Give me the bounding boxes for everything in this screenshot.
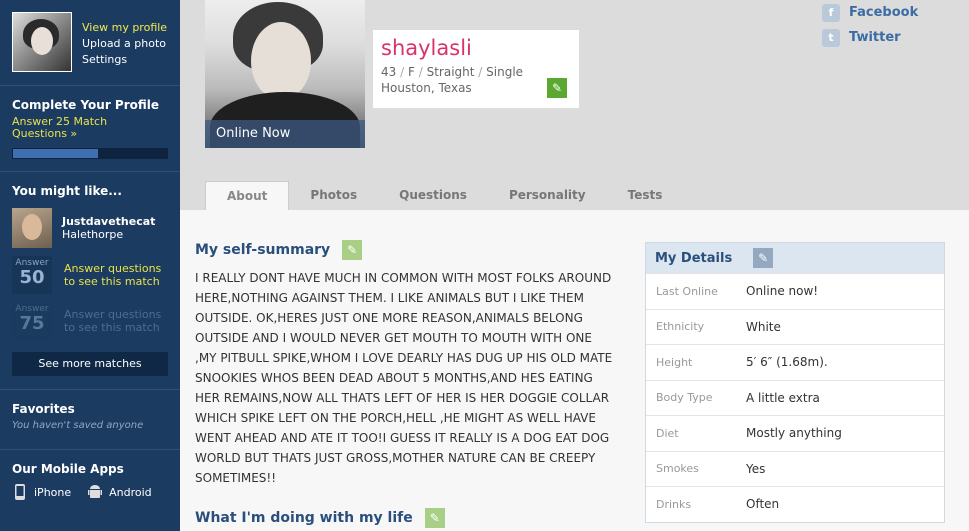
social-links: f Facebook t Twitter xyxy=(822,0,918,50)
detail-row: Ethnicity White xyxy=(646,308,944,345)
profile-photo[interactable]: Online Now xyxy=(205,0,365,148)
iphone-app-link[interactable]: iPhone xyxy=(12,484,71,500)
match-item[interactable]: Justdavethecat Halethorpe xyxy=(12,208,168,248)
profile-progress-fill xyxy=(13,149,98,158)
pencil-icon: ✎ xyxy=(429,511,440,525)
sidebar-profile: View my profile Upload a photo Settings xyxy=(0,0,180,86)
edit-doing-with-life-button[interactable]: ✎ xyxy=(424,508,445,528)
edit-details-button[interactable]: ✎ xyxy=(753,248,774,268)
avatar[interactable] xyxy=(12,12,72,72)
favorites-section: Favorites You haven't saved anyone xyxy=(0,390,180,450)
match-name[interactable]: Justdavethecat xyxy=(62,215,155,228)
main-content: My self-summary ✎ I REALLY DONT HAVE MUC… xyxy=(180,210,969,531)
you-might-like-section: You might like... Justdavethecat Haletho… xyxy=(0,172,180,390)
tab-tests[interactable]: Tests xyxy=(607,181,684,210)
answer-questions-link[interactable]: Answer 25 Match Questions » xyxy=(12,116,168,140)
age: 43 xyxy=(381,65,397,79)
username: shaylasli xyxy=(381,36,472,60)
android-app-link[interactable]: Android xyxy=(87,484,152,500)
pencil-icon: ✎ xyxy=(758,251,769,265)
my-details-header: My Details ✎ xyxy=(646,243,944,273)
my-details-panel: My Details ✎ Last Online Online now! Ethn… xyxy=(645,242,945,523)
android-icon xyxy=(87,484,103,500)
status: Single xyxy=(486,65,524,79)
edit-basics-button[interactable]: ✎ xyxy=(547,78,567,98)
complete-profile-title: Complete Your Profile xyxy=(12,98,160,112)
mobile-apps-section: Our Mobile Apps iPhone Android xyxy=(0,450,180,512)
tab-questions[interactable]: Questions xyxy=(378,181,488,210)
detail-row: Diet Mostly anything xyxy=(646,415,944,451)
sidebar: View my profile Upload a photo Settings … xyxy=(0,0,180,531)
profile-links: View my profile Upload a photo Settings xyxy=(82,20,167,68)
self-summary-title: My self-summary xyxy=(195,242,331,258)
complete-profile-section: Complete Your Profile Answer 25 Match Qu… xyxy=(0,86,180,172)
favorites-title[interactable]: Favorites xyxy=(12,402,168,416)
twitter-link[interactable]: t Twitter xyxy=(822,25,918,50)
twitter-icon: t xyxy=(822,28,840,47)
locked-match-text: Answer questions to see this match xyxy=(64,308,162,334)
match-avatar[interactable] xyxy=(12,208,52,248)
phone-icon xyxy=(12,484,28,500)
pencil-icon: ✎ xyxy=(551,81,563,95)
detail-row: Body Type A little extra xyxy=(646,379,944,416)
mobile-apps-title: Our Mobile Apps xyxy=(12,462,124,476)
detail-row: Height 5′ 6″ (1.68m). xyxy=(646,344,944,380)
answer-count-badge: Answer 75 xyxy=(12,302,52,340)
locked-match-1[interactable]: Answer 50 Answer questions to see this m… xyxy=(12,256,168,294)
settings-link[interactable]: Settings xyxy=(82,52,167,68)
profile-progress-bar xyxy=(12,148,168,159)
locked-match-text: Answer questions to see this match xyxy=(64,262,162,288)
see-more-matches-button[interactable]: See more matches xyxy=(12,352,168,376)
name-card: shaylasli 43 / F / Straight / Single Hou… xyxy=(373,30,579,108)
answer-count-badge: Answer 50 xyxy=(12,256,52,294)
my-details-title: My Details xyxy=(655,250,733,266)
facebook-icon: f xyxy=(822,3,840,22)
essays: My self-summary ✎ I REALLY DONT HAVE MUC… xyxy=(195,240,615,528)
online-now-badge: Online Now xyxy=(205,120,365,148)
facebook-link[interactable]: f Facebook xyxy=(822,0,918,25)
profile-tabs: About Photos Questions Personality Tests xyxy=(205,181,683,210)
tab-about[interactable]: About xyxy=(205,181,290,210)
basic-info: 43 / F / Straight / Single Houston, Texa… xyxy=(381,64,571,96)
locked-match-2[interactable]: Answer 75 Answer questions to see this m… xyxy=(12,302,168,340)
orientation: Straight xyxy=(426,65,475,79)
self-summary-header: My self-summary ✎ xyxy=(195,240,615,260)
detail-row: Smokes Yes xyxy=(646,450,944,487)
location: Houston, Texas xyxy=(381,81,472,95)
profile-header: Online Now shaylasli 43 / F / Straight /… xyxy=(180,0,969,210)
view-profile-link[interactable]: View my profile xyxy=(82,20,167,36)
doing-with-life-title: What I'm doing with my life xyxy=(195,510,413,526)
match-location: Halethorpe xyxy=(62,228,124,241)
pencil-icon: ✎ xyxy=(347,243,358,257)
edit-self-summary-button[interactable]: ✎ xyxy=(342,240,363,260)
detail-row: Drinks Often xyxy=(646,486,944,522)
upload-photo-link[interactable]: Upload a photo xyxy=(82,36,167,52)
you-might-like-title: You might like... xyxy=(12,184,122,198)
favorites-empty-text: You haven't saved anyone xyxy=(12,420,144,431)
tab-personality[interactable]: Personality xyxy=(488,181,607,210)
self-summary-text: I REALLY DONT HAVE MUCH IN COMMON WITH M… xyxy=(195,271,613,485)
gender: F xyxy=(407,65,415,79)
doing-with-life-header: What I'm doing with my life ✎ xyxy=(195,508,615,528)
tab-photos[interactable]: Photos xyxy=(289,181,378,210)
detail-row: Last Online Online now! xyxy=(646,273,944,309)
